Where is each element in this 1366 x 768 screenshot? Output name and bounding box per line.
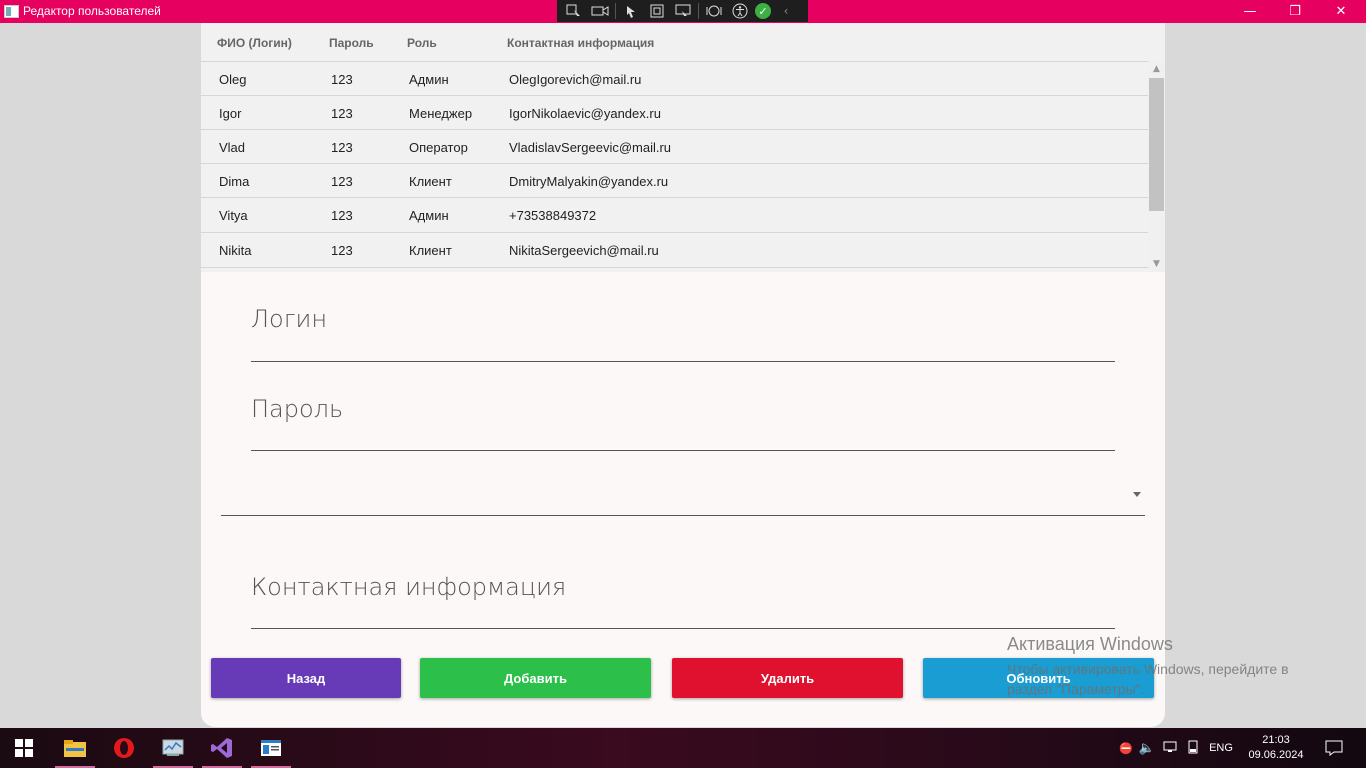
cell-role: Менеджер	[409, 106, 473, 121]
watermark-title: Активация Windows	[1007, 634, 1173, 654]
scroll-down-icon[interactable]: ▼	[1148, 257, 1165, 271]
toolbar-separator	[698, 3, 699, 19]
cell-role: Оператор	[409, 140, 468, 155]
language-indicator[interactable]: ENG	[1204, 742, 1238, 754]
cell-contact: +73538849372	[509, 208, 597, 223]
table-row[interactable]: Igor 123 Менеджер IgorNikolaevic@yandex.…	[201, 95, 1148, 130]
cell-login: Dima	[219, 174, 250, 189]
cell-login: Vitya	[219, 208, 248, 223]
cursor-select-icon[interactable]	[563, 2, 585, 20]
scrollbar-thumb[interactable]	[1149, 78, 1164, 211]
clock[interactable]: 21:03 09.06.2024	[1248, 728, 1304, 768]
column-header-password[interactable]: Пароль	[329, 36, 374, 50]
table-header: ФИО (Логин) Пароль Роль Контактная инфор…	[201, 23, 1148, 61]
watermark-text: Чтобы активировать Windows, перейдите в …	[1007, 659, 1289, 699]
back-button[interactable]: Назад	[211, 658, 401, 698]
pointer-icon[interactable]	[620, 2, 642, 20]
cell-password: 123	[331, 174, 353, 189]
table-row[interactable]: Dima 123 Клиент DmitryMalyakin@yandex.ru	[201, 163, 1148, 198]
minimize-button[interactable]: —	[1227, 0, 1273, 23]
record-icon[interactable]	[589, 2, 611, 20]
restore-button[interactable]: ❐	[1272, 0, 1318, 23]
clock-time: 21:03	[1262, 734, 1290, 746]
cell-password: 123	[331, 106, 353, 121]
cell-contact: IgorNikolaevic@yandex.ru	[509, 106, 661, 121]
role-combobox[interactable]	[221, 478, 1145, 516]
table-row[interactable]: Nikita 123 Клиент NikitaSergeevich@mail.…	[201, 232, 1148, 268]
notification-area-icon[interactable]	[1182, 740, 1204, 757]
system-tray: ⛔ 🔈 ENG	[1116, 728, 1238, 768]
cell-password: 123	[331, 208, 353, 223]
cell-role: Админ	[409, 208, 449, 223]
contact-field-label: Контактная информация	[251, 573, 567, 601]
add-button[interactable]: Добавить	[420, 658, 651, 698]
cell-contact: NikitaSergeevich@mail.ru	[509, 243, 659, 258]
column-header-role[interactable]: Роль	[407, 36, 437, 50]
clock-date: 09.06.2024	[1248, 749, 1304, 761]
frame-icon[interactable]	[646, 2, 668, 20]
volume-icon[interactable]: 🔈	[1136, 740, 1158, 756]
display-icon[interactable]	[1158, 741, 1182, 756]
toolbar-separator	[615, 3, 616, 19]
cell-contact: OlegIgorevich@mail.ru	[509, 72, 642, 87]
watermark-line: Чтобы активировать Windows, перейдите в	[1007, 661, 1289, 677]
watermark-line: раздел "Параметры".	[1007, 681, 1145, 697]
windows-start-icon[interactable]	[4, 728, 44, 768]
cell-contact: DmitryMalyakin@yandex.ru	[509, 174, 669, 189]
layout-icon[interactable]	[672, 2, 694, 20]
cell-password: 123	[331, 72, 353, 87]
table-row[interactable]: Oleg 123 Админ OlegIgorevich@mail.ru	[201, 61, 1148, 96]
scroll-up-icon[interactable]: ▲	[1148, 62, 1165, 76]
hot-reload-icon[interactable]	[703, 2, 725, 20]
file-explorer-icon[interactable]	[55, 728, 95, 768]
table-row[interactable]: Vitya 123 Админ +73538849372	[201, 197, 1148, 232]
table-scrollbar[interactable]: ▲ ▼	[1148, 61, 1165, 272]
cell-login: Oleg	[219, 72, 247, 87]
xaml-debug-toolbar: ✓ ‹	[557, 0, 808, 22]
close-button[interactable]: ✕	[1318, 0, 1364, 23]
cell-role: Клиент	[409, 174, 452, 189]
cell-contact: VladislavSergeevic@mail.ru	[509, 140, 672, 155]
password-field-label: Пароль	[251, 395, 344, 423]
user-editor-card: ФИО (Логин) Пароль Роль Контактная инфор…	[201, 23, 1165, 727]
column-header-login[interactable]: ФИО (Логин)	[217, 36, 292, 50]
notifications-icon[interactable]	[1322, 728, 1346, 768]
collapse-icon[interactable]: ‹	[775, 2, 797, 20]
task-manager-icon[interactable]	[153, 728, 193, 768]
cell-role: Админ	[409, 72, 449, 87]
accessibility-icon[interactable]	[729, 2, 751, 20]
window-title: Редактор пользователей	[23, 4, 161, 18]
login-field[interactable]: Логин	[251, 301, 1115, 362]
users-table: ФИО (Логин) Пароль Роль Контактная инфор…	[201, 23, 1165, 272]
activation-watermark: Активация Windows Чтобы активировать Win…	[1007, 634, 1289, 699]
cell-password: 123	[331, 140, 353, 155]
cell-login: Vlad	[219, 140, 246, 155]
cell-password: 123	[331, 243, 353, 258]
taskbar: ⛔ 🔈 ENG 21:03 09.06.2024	[0, 728, 1366, 768]
delete-button[interactable]: Удалить	[672, 658, 903, 698]
table-row[interactable]: Vlad 123 Оператор VladislavSergeevic@mai…	[201, 129, 1148, 164]
login-field-label: Логин	[251, 305, 328, 333]
app-icon	[4, 5, 19, 18]
cell-role: Клиент	[409, 243, 452, 258]
cell-login: Nikita	[219, 243, 252, 258]
app-window-icon[interactable]	[251, 728, 291, 768]
password-field[interactable]: Пароль	[251, 391, 1115, 451]
column-header-contact[interactable]: Контактная информация	[507, 36, 654, 50]
title-bar: Редактор пользователей ✓ ‹ — ❐ ✕	[0, 0, 1366, 23]
chevron-down-icon[interactable]	[1133, 492, 1141, 497]
cell-login: Igor	[219, 106, 242, 121]
visual-studio-icon[interactable]	[202, 728, 242, 768]
opera-icon[interactable]	[104, 728, 144, 768]
network-icon[interactable]: ⛔	[1116, 742, 1136, 755]
check-icon[interactable]: ✓	[755, 3, 771, 19]
contact-field[interactable]: Контактная информация	[251, 569, 1115, 629]
